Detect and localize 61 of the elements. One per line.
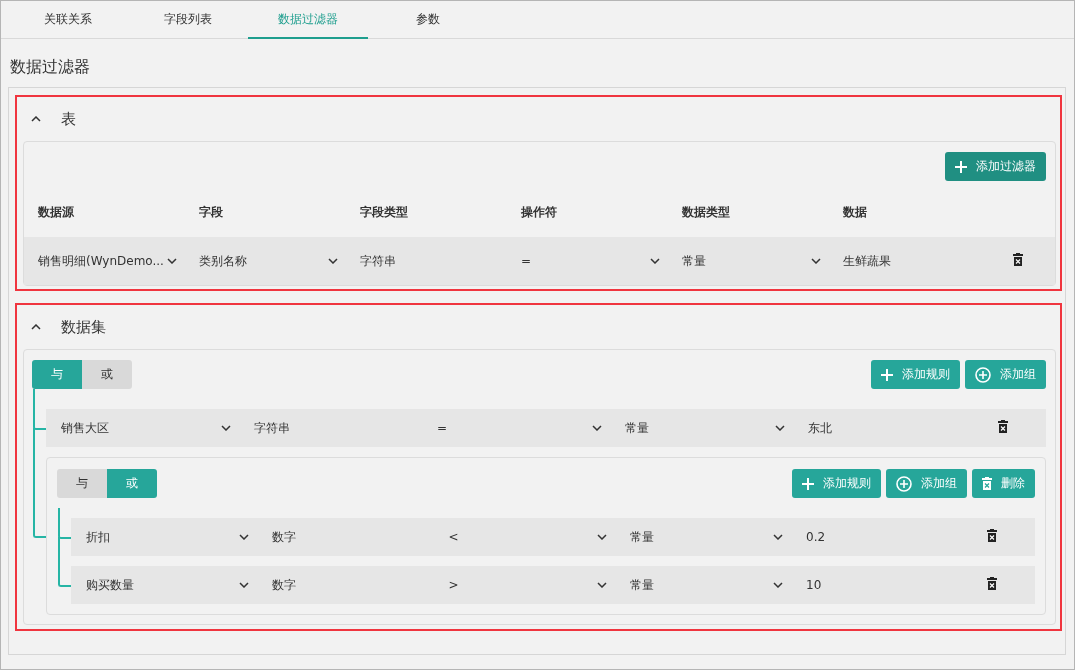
field-type-text: 数字 <box>271 576 298 594</box>
trash-icon[interactable] <box>1013 253 1023 266</box>
chevron-down-icon <box>811 258 821 264</box>
chevron-up-icon[interactable] <box>31 116 41 122</box>
field-type-text: 数字 <box>271 528 298 546</box>
field-dropdown[interactable]: 折扣 <box>71 528 258 546</box>
table-cell-text: 字符串 <box>359 252 397 270</box>
circle-plus-icon <box>896 475 912 492</box>
value-type-dropdown[interactable]: 常量 <box>610 419 793 437</box>
logic-toggle-button[interactable]: 或 <box>82 360 132 389</box>
chevron-up-icon[interactable] <box>31 324 41 330</box>
trash-icon[interactable] <box>987 577 997 590</box>
section-title: 数据集 <box>61 317 106 337</box>
logic-toggle-button[interactable]: 与 <box>57 469 107 498</box>
chevron-down-icon <box>773 534 784 540</box>
chevron-down-icon <box>239 582 250 588</box>
chevron-down-icon <box>592 425 602 431</box>
chevron-down-icon <box>221 425 231 431</box>
circle-plus-icon <box>975 366 991 383</box>
field-dropdown[interactable]: 销售大区 <box>46 419 239 437</box>
chevron-down-icon <box>167 258 177 264</box>
operator-dropdown[interactable]: = <box>422 421 610 435</box>
column-header: 数据源 <box>37 203 74 221</box>
dropdown-field[interactable]: = <box>507 254 668 268</box>
value-field[interactable]: 10 <box>791 578 830 592</box>
plus-icon <box>881 368 893 381</box>
field-type-text: 字符串 <box>253 419 291 437</box>
dropdown-field[interactable]: 类别名称 <box>185 252 346 270</box>
trash-icon[interactable] <box>998 420 1008 433</box>
plus-icon <box>802 477 814 490</box>
chevron-down-icon <box>775 425 785 431</box>
chevron-down-icon <box>239 534 250 540</box>
column-header: 字段 <box>198 203 223 221</box>
add-filter-button[interactable]: 添加过滤器 <box>945 152 1046 181</box>
trash-icon[interactable] <box>987 529 997 542</box>
value-field[interactable]: 东北 <box>793 419 840 437</box>
tab[interactable]: 参数 <box>368 1 488 39</box>
table-cell-text: 生鲜蔬果 <box>842 252 892 270</box>
page-heading: 数据过滤器 <box>9 56 91 78</box>
operator-dropdown[interactable]: < <box>433 530 615 544</box>
value-type-dropdown[interactable]: 常量 <box>614 528 792 546</box>
plus-icon <box>955 160 967 173</box>
tab[interactable]: 字段列表 <box>128 1 248 39</box>
chevron-down-icon <box>650 258 660 264</box>
dropdown-field[interactable]: 常量 <box>668 252 829 270</box>
field-dropdown[interactable]: 购买数量 <box>71 576 258 594</box>
chevron-down-icon <box>596 582 607 588</box>
value-type-dropdown[interactable]: 常量 <box>614 576 792 594</box>
column-header: 操作符 <box>520 203 557 221</box>
column-header: 数据 <box>842 203 867 221</box>
column-header: 字段类型 <box>359 203 408 221</box>
tab[interactable]: 关联关系 <box>8 1 128 39</box>
section-title: 表 <box>61 109 76 129</box>
dropdown-field[interactable]: 销售明细(WynDemo... <box>24 252 185 270</box>
trash-icon <box>982 477 992 490</box>
chevron-down-icon <box>328 258 338 264</box>
chevron-down-icon <box>773 582 784 588</box>
value-field[interactable]: 0.2 <box>791 530 834 544</box>
column-header: 数据类型 <box>681 203 730 221</box>
operator-dropdown[interactable]: > <box>433 578 615 592</box>
chevron-down-icon <box>596 534 607 540</box>
